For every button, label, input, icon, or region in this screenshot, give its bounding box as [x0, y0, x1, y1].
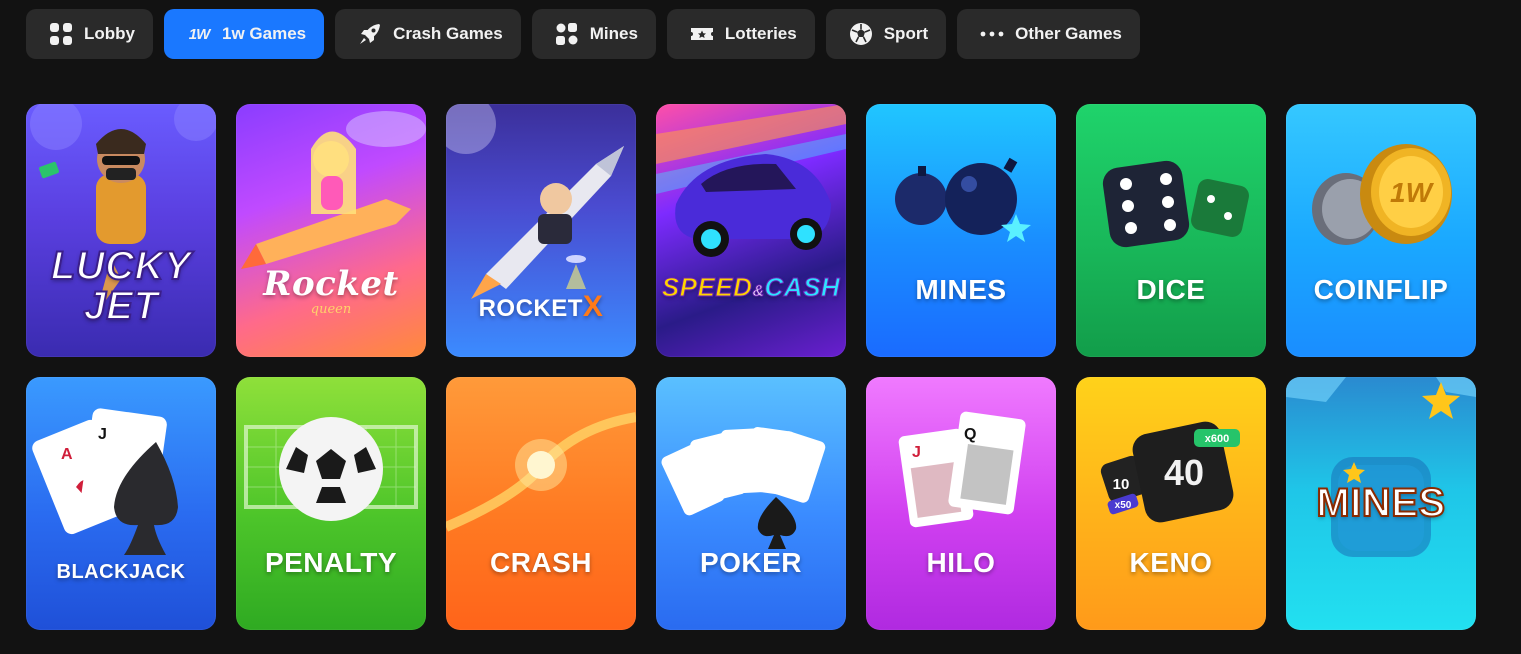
rocket-queen-art — [241, 111, 426, 269]
tab-lotteries[interactable]: Lotteries — [666, 9, 815, 59]
game-card-poker[interactable]: POKER — [656, 377, 846, 630]
game-card-rocket-queen[interactable]: Rocket queen — [236, 104, 426, 357]
game-title: PENALTY — [264, 547, 398, 578]
game-title: POKER — [699, 547, 803, 578]
keno-small-badge: x50 — [1115, 500, 1132, 511]
1w-logo-icon: 1W — [188, 25, 211, 43]
game-card-coinflip[interactable]: 1W COINFLIP — [1286, 104, 1476, 357]
game-card-mines[interactable]: MINES — [866, 104, 1056, 357]
tab-mines[interactable]: Mines — [531, 9, 656, 59]
keno-badge: x600 — [1205, 433, 1229, 445]
tab-1w-games[interactable]: 1W 1w Games — [164, 9, 325, 59]
game-title: ROCKETX — [478, 290, 604, 323]
game-subtitle: queen — [310, 302, 352, 317]
blackjack-cards-art: A J — [32, 408, 178, 555]
crash-curve-art — [446, 412, 636, 532]
tab-sport[interactable]: Sport — [825, 9, 947, 59]
dice-art — [1102, 160, 1249, 248]
game-title: HILO — [926, 547, 996, 578]
tab-lobby[interactable]: Lobby — [26, 9, 153, 59]
tab-label: Lotteries — [724, 24, 797, 43]
soccer-ball-icon — [848, 21, 874, 47]
coin-1w-text: 1W — [1390, 177, 1435, 208]
svg-text:Q: Q — [964, 426, 976, 443]
game-card-mines-cartoon[interactable]: MINES — [1286, 377, 1476, 630]
game-title: CRASH — [489, 547, 593, 578]
tab-label: Lobby — [84, 24, 135, 43]
game-card-rocketx[interactable]: ROCKETX — [446, 104, 636, 357]
game-card-penalty[interactable]: PENALTY — [236, 377, 426, 630]
game-card-keno[interactable]: 10 x50 40 x600 KENO — [1076, 377, 1266, 630]
mines-bombs-art — [895, 157, 1031, 242]
svg-text:A: A — [61, 446, 73, 463]
game-title: KENO — [1129, 547, 1213, 578]
game-title: MINES — [1315, 480, 1446, 526]
game-card-dice[interactable]: DICE — [1076, 104, 1266, 357]
svg-text:J: J — [912, 444, 921, 461]
keno-dice-art: 10 x50 40 x600 — [1100, 421, 1240, 523]
svg-text:J: J — [98, 426, 107, 443]
tab-label: 1w Games — [222, 24, 307, 43]
tab-crash-games[interactable]: Crash Games — [335, 9, 521, 59]
soccer-goal-art — [244, 417, 418, 521]
games-grid: LUCKY JET Rocket queen ROCKETX SPEED&CAS… — [26, 104, 1476, 630]
keno-big-die: 40 — [1164, 452, 1204, 493]
mines-grid-icon — [554, 21, 580, 47]
ticket-icon — [689, 21, 715, 47]
speed-cash-art — [656, 104, 846, 257]
tab-label: Mines — [589, 24, 638, 43]
category-tabs: Lobby 1W 1w Games Crash Games Mines Lott… — [26, 9, 1140, 59]
game-title: COINFLIP — [1313, 274, 1449, 305]
game-card-hilo[interactable]: J Q HILO — [866, 377, 1056, 630]
game-card-speed-cash[interactable]: SPEED&CASH — [656, 104, 846, 357]
tab-label: Crash Games — [393, 24, 503, 43]
game-title: DICE — [1136, 274, 1206, 305]
hilo-cards-art: J Q — [898, 411, 1026, 528]
more-dots-icon — [979, 21, 1005, 47]
game-title: MINES — [915, 274, 1007, 305]
coins-art: 1W — [1312, 144, 1452, 245]
tab-other-games[interactable]: Other Games — [957, 9, 1140, 59]
tab-label: Sport — [883, 24, 929, 43]
game-card-crash[interactable]: CRASH — [446, 377, 636, 630]
rocket-icon — [357, 21, 383, 47]
game-title: BLACKJACK — [56, 561, 186, 583]
poker-cards-art — [661, 427, 826, 549]
tab-label: Other Games — [1015, 24, 1122, 43]
game-card-blackjack[interactable]: A J BLACKJACK — [26, 377, 216, 630]
game-title: LUCKY JET — [50, 244, 192, 328]
game-title: Rocket — [263, 264, 399, 304]
keno-small-die: 10 — [1113, 476, 1130, 493]
grid-icon — [48, 21, 74, 47]
game-title: SPEED&CASH — [661, 272, 841, 303]
game-card-lucky-jet[interactable]: LUCKY JET — [26, 104, 216, 357]
